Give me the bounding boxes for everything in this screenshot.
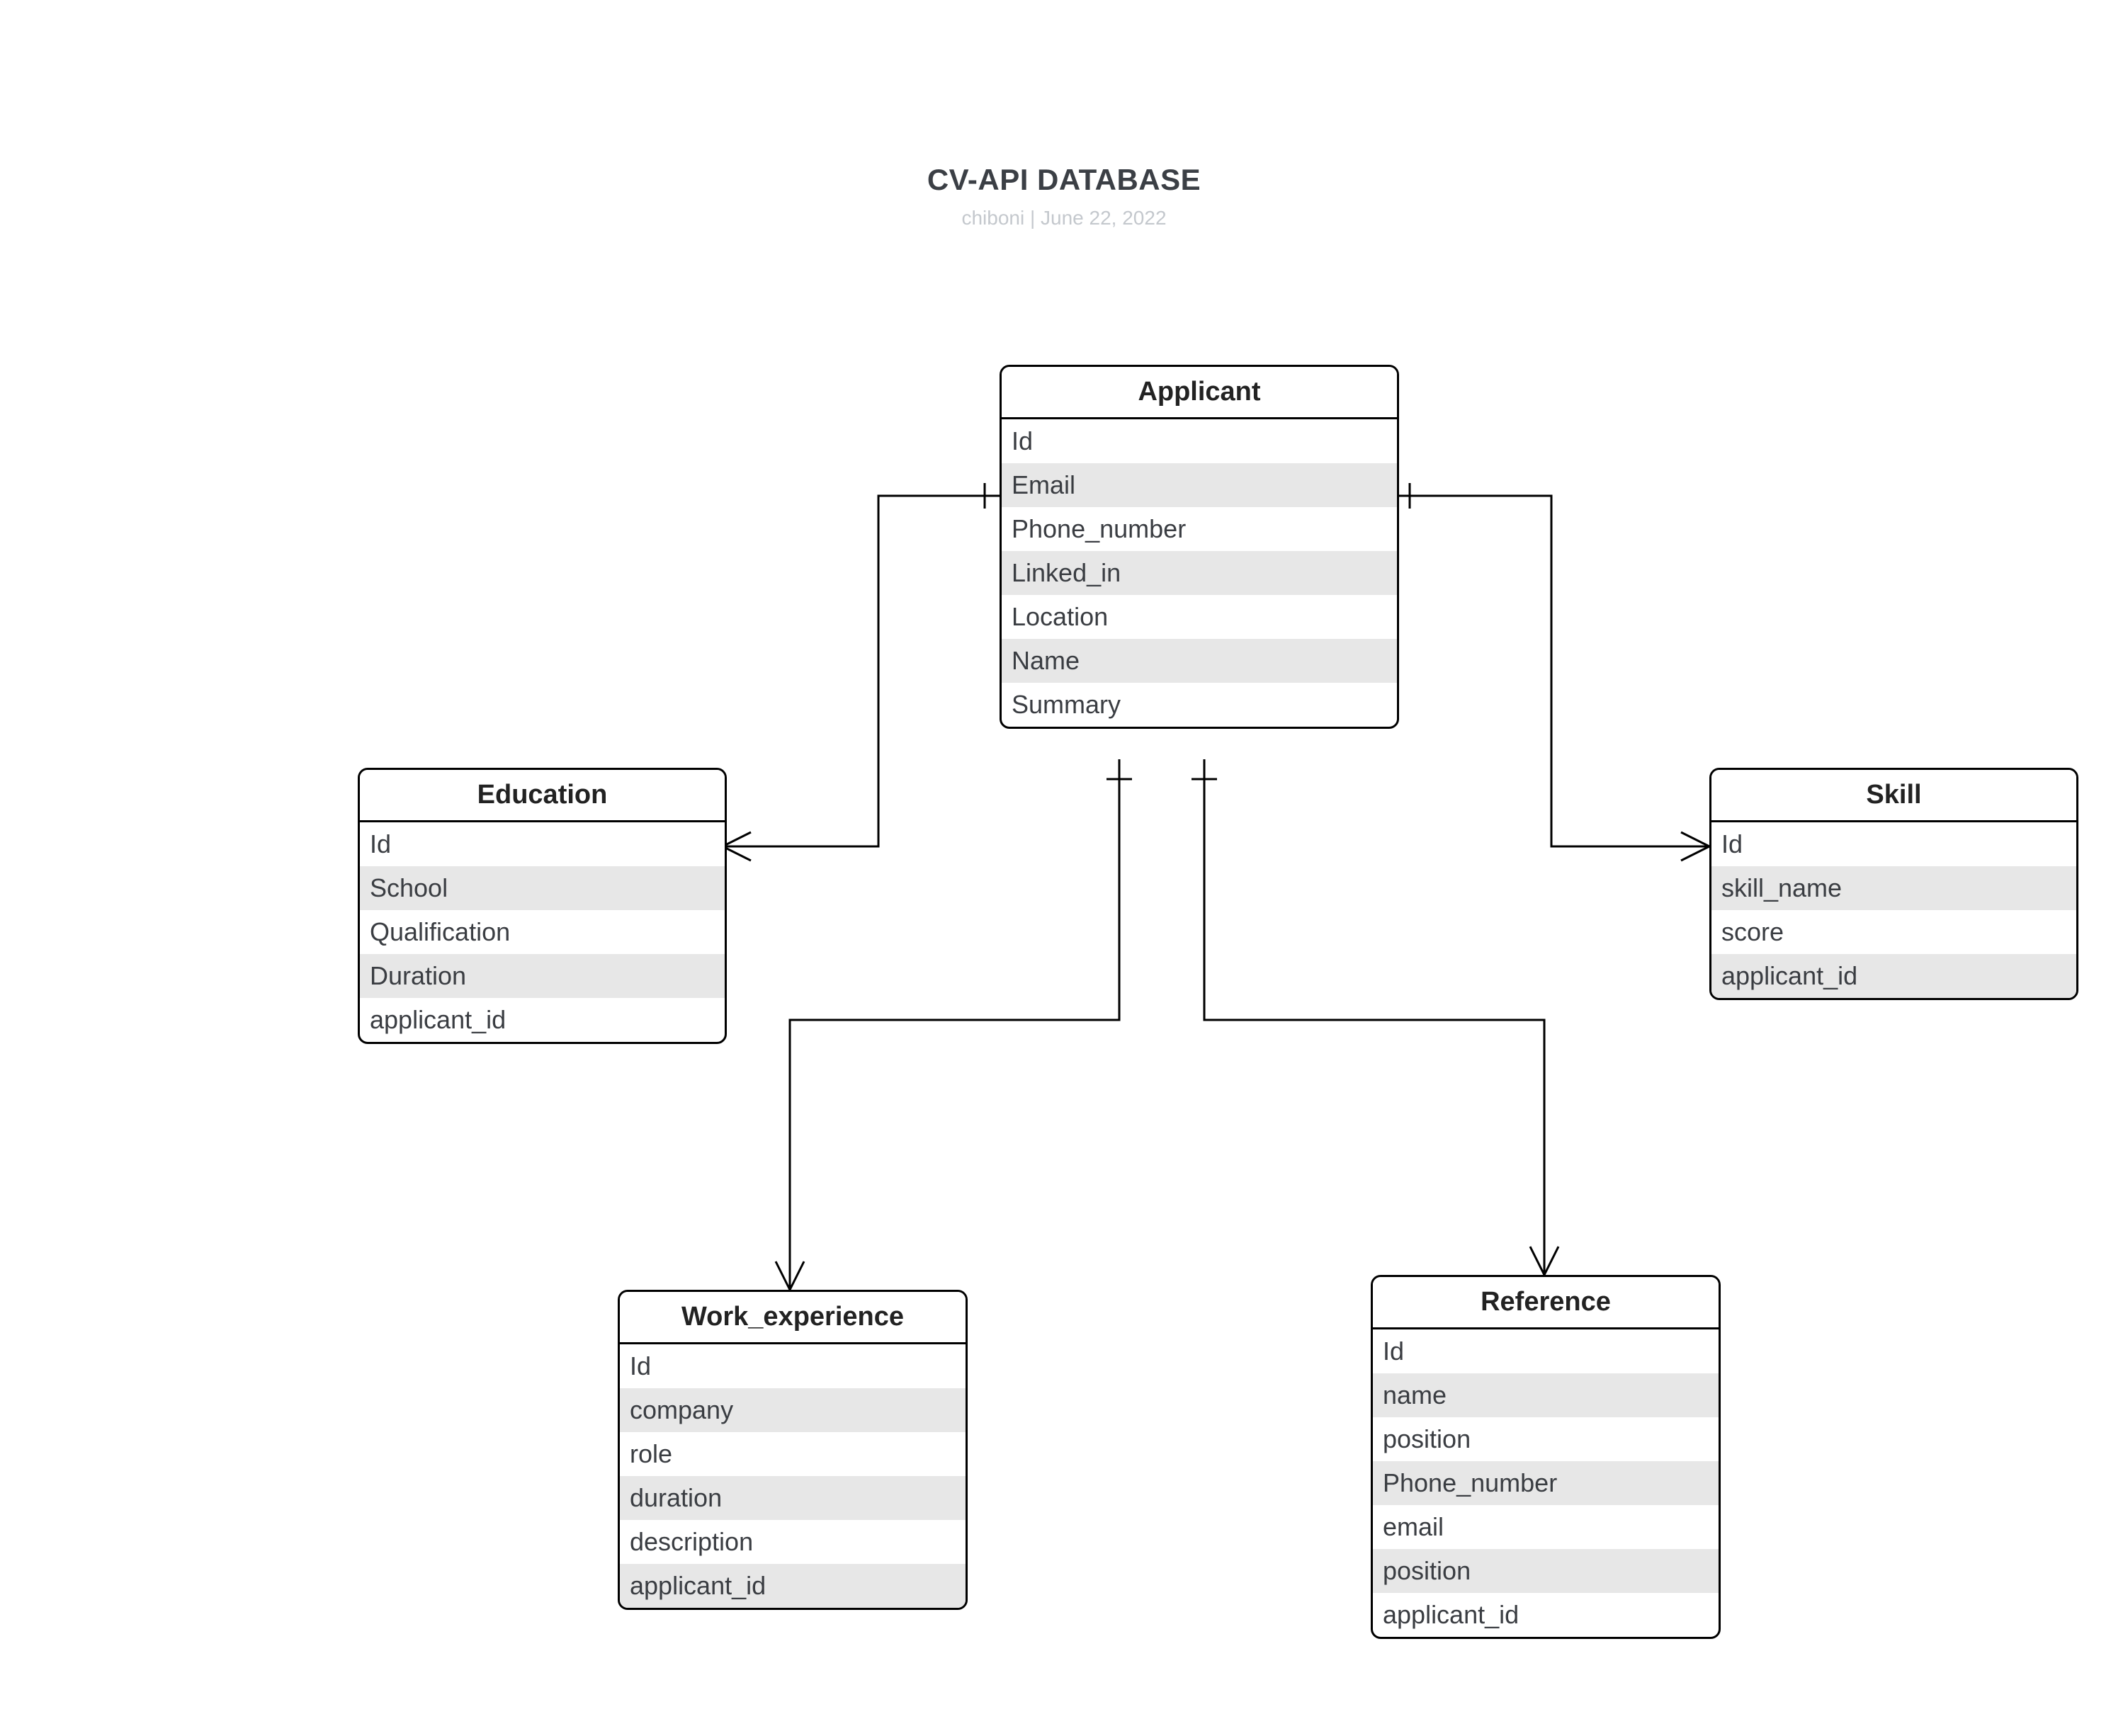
date-label: June 22, 2022 (1041, 207, 1167, 229)
entity-work-experience-header: Work_experience (620, 1292, 966, 1344)
field: applicant_id (1373, 1593, 1719, 1637)
field: Id (1373, 1329, 1719, 1373)
page-subtitle: chiboni | June 22, 2022 (0, 207, 2128, 229)
field: description (620, 1520, 966, 1564)
field: Summary (1002, 683, 1397, 727)
entity-skill-header: Skill (1711, 770, 2076, 822)
field: Email (1002, 463, 1397, 507)
field: Id (1711, 822, 2076, 866)
field: applicant_id (1711, 954, 2076, 998)
field: skill_name (1711, 866, 2076, 910)
author-label: chiboni (961, 207, 1024, 229)
entity-work-experience: Work_experience Id company role duration… (618, 1290, 968, 1610)
field: company (620, 1388, 966, 1432)
field: email (1373, 1505, 1719, 1549)
field: Id (1002, 419, 1397, 463)
page-title: CV-API DATABASE (0, 163, 2128, 197)
field: School (360, 866, 725, 910)
field: score (1711, 910, 2076, 954)
field: position (1373, 1417, 1719, 1461)
field: Name (1002, 639, 1397, 683)
entity-education-header: Education (360, 770, 725, 822)
field: Id (620, 1344, 966, 1388)
field: name (1373, 1373, 1719, 1417)
field: applicant_id (620, 1564, 966, 1608)
separator: | (1024, 207, 1041, 229)
field: Linked_in (1002, 551, 1397, 595)
field: position (1373, 1549, 1719, 1593)
entity-reference: Reference Id name position Phone_number … (1371, 1275, 1721, 1639)
entity-skill: Skill Id skill_name score applicant_id (1709, 768, 2078, 1000)
field: duration (620, 1476, 966, 1520)
entity-reference-header: Reference (1373, 1277, 1719, 1329)
entity-applicant: Applicant Id Email Phone_number Linked_i… (1000, 365, 1399, 729)
field: Phone_number (1002, 507, 1397, 551)
entity-education: Education Id School Qualification Durati… (358, 768, 727, 1044)
field: Id (360, 822, 725, 866)
field: Phone_number (1373, 1461, 1719, 1505)
diagram-canvas: CV-API DATABASE chiboni | June 22, 2022 (0, 0, 2128, 1736)
field: role (620, 1432, 966, 1476)
field: Location (1002, 595, 1397, 639)
field: Duration (360, 954, 725, 998)
field: Qualification (360, 910, 725, 954)
entity-applicant-header: Applicant (1002, 367, 1397, 419)
field: applicant_id (360, 998, 725, 1042)
title-block: CV-API DATABASE chiboni | June 22, 2022 (0, 163, 2128, 229)
